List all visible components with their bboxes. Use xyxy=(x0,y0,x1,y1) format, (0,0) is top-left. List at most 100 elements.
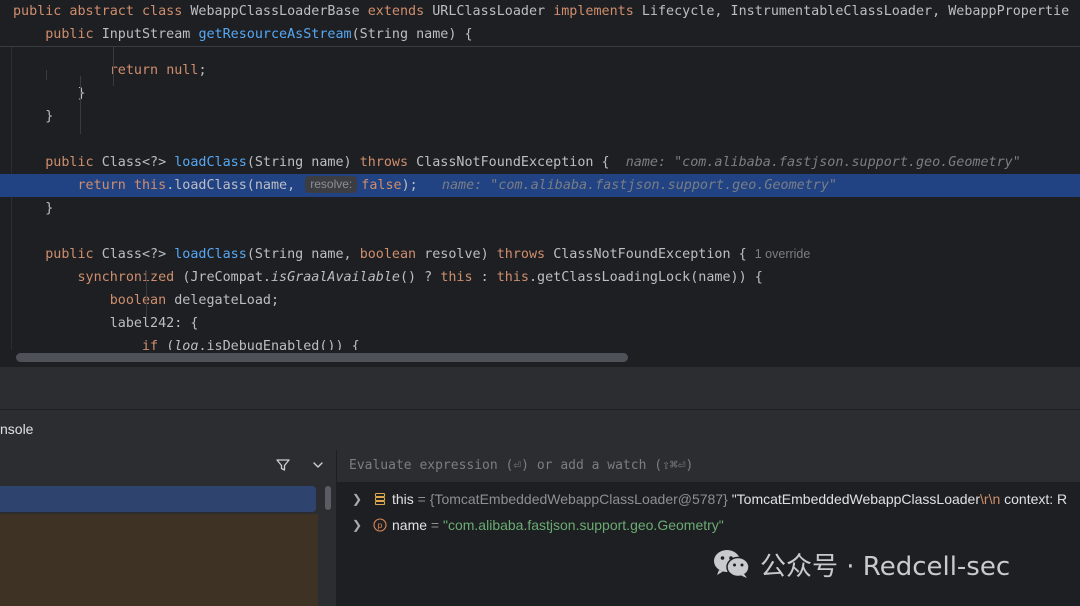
code-token: resolve) xyxy=(424,247,497,262)
code-token: loadClass xyxy=(174,155,247,170)
code-line[interactable]: } xyxy=(0,82,1080,105)
frames-toolbar xyxy=(0,450,336,482)
indent-guide xyxy=(80,76,81,134)
code-editor[interactable]: public abstract class WebappClassLoaderB… xyxy=(0,0,1080,367)
code-line[interactable] xyxy=(0,128,1080,151)
code-token: boolean xyxy=(109,293,175,308)
frames-scrollbar-thumb[interactable] xyxy=(325,486,331,510)
code-token: ClassNotFoundException { xyxy=(416,155,626,170)
sticky-code-line[interactable]: public abstract class WebappClassLoaderB… xyxy=(0,0,1080,23)
code-token: public abstract class xyxy=(13,4,191,19)
code-token: return xyxy=(77,178,134,193)
code-token: ); xyxy=(401,178,442,193)
parameter-icon: p xyxy=(373,518,387,532)
code-token: (JreCompat. xyxy=(182,270,271,285)
code-token: implements xyxy=(553,4,642,19)
tab-console[interactable]: nsole xyxy=(0,421,33,437)
frames-panel xyxy=(0,450,337,606)
code-token: throws xyxy=(496,247,554,262)
variable-name: name xyxy=(392,517,428,533)
code-token: isGraalAvailable xyxy=(271,270,400,285)
code-token: null xyxy=(166,63,199,78)
code-token: extends xyxy=(367,4,433,19)
code-token: ; xyxy=(198,63,207,78)
indent-guide xyxy=(113,46,114,86)
code-token: (String name) xyxy=(246,155,360,170)
code-token: (String name) { xyxy=(351,27,473,42)
code-token: ClassNotFoundException { xyxy=(553,247,755,262)
code-line[interactable]: synchronized (JreCompat.isGraalAvailable… xyxy=(0,266,1080,289)
variable-value: "com.alibaba.fastjson.support.geo.Geomet… xyxy=(443,517,724,533)
code-token: return xyxy=(109,63,167,78)
field-stack-icon xyxy=(374,492,386,506)
indent-guide xyxy=(146,270,147,322)
sticky-code-line[interactable]: public InputStream getResourceAsStream(S… xyxy=(0,23,1080,46)
code-line[interactable]: } xyxy=(0,105,1080,128)
code-token: public xyxy=(45,27,102,42)
code-token: } xyxy=(45,201,54,216)
code-token: loadClass xyxy=(174,247,247,262)
variable-value: = xyxy=(427,517,443,533)
code-token: .getClassLoadingLock(name)) { xyxy=(529,270,763,285)
variable-value: "TomcatEmbeddedWebappClassLoader xyxy=(731,491,981,507)
ide-window: public abstract class WebappClassLoaderB… xyxy=(0,0,1080,606)
evaluate-expression-field[interactable]: Evaluate expression (⏎) or add a watch (… xyxy=(337,450,1080,483)
indent-guide xyxy=(46,70,47,80)
code-token: boolean xyxy=(359,247,425,262)
variable-row-name[interactable]: ❯ p name = "com.alibaba.fastjson.support.g… xyxy=(337,513,1080,537)
variable-row-this[interactable]: ❯ this = {TomcatEmbeddedWebappClassLoader… xyxy=(337,487,1080,511)
code-token: Lifecycle, InstrumentableClassLoader, We… xyxy=(641,4,1070,19)
expand-arrow-icon[interactable]: ❯ xyxy=(352,513,362,537)
code-line[interactable]: public Class<?> loadClass(String name, b… xyxy=(0,243,1080,266)
code-token: (String name, xyxy=(246,247,360,262)
code-token: .loadClass(name, xyxy=(166,178,304,193)
variables-panel: Evaluate expression (⏎) or add a watch (… xyxy=(337,450,1080,606)
variable-value: {TomcatEmbeddedWebappClassLoader@5787} xyxy=(429,491,732,507)
code-token: : xyxy=(472,270,497,285)
code-token: } xyxy=(45,109,54,124)
code-token: throws xyxy=(359,155,417,170)
code-token: public xyxy=(45,155,102,170)
code-token: synchronized xyxy=(77,270,183,285)
code-token: this xyxy=(133,178,167,193)
svg-text:p: p xyxy=(378,520,383,530)
sticky-header[interactable]: public abstract class WebappClassLoaderB… xyxy=(0,0,1080,47)
code-token: getResourceAsStream xyxy=(198,27,352,42)
code-line[interactable]: return null; xyxy=(0,59,1080,82)
expand-arrow-icon[interactable]: ❯ xyxy=(352,487,362,511)
code-token: Class<?> xyxy=(101,155,175,170)
filter-icon[interactable] xyxy=(275,457,291,473)
code-line[interactable] xyxy=(0,220,1080,243)
code-token: public xyxy=(45,247,102,262)
code-token: label242: { xyxy=(109,316,199,331)
inline-debug-value: name: "com.alibaba.fastjson.support.geo.… xyxy=(441,178,837,193)
tool-window-separator xyxy=(0,367,1080,409)
code-token: () ? xyxy=(400,270,441,285)
current-execution-line[interactable]: return this.loadClass(name, resolve: fals… xyxy=(0,174,1080,197)
code-line[interactable]: public Class<?> loadClass(String name) t… xyxy=(0,151,1080,174)
inline-debug-value: name: "com.alibaba.fastjson.support.geo.… xyxy=(625,155,1021,170)
code-token: InputStream xyxy=(101,27,199,42)
code-token: } xyxy=(77,86,86,101)
selected-frame-row[interactable] xyxy=(0,486,316,512)
chevron-down-icon[interactable] xyxy=(311,458,325,472)
watermark: 公众号 · Redcell-sec xyxy=(712,546,1010,582)
code-line[interactable]: label242: { xyxy=(0,312,1080,335)
debug-tab-bar: nsole xyxy=(0,409,1080,451)
code-token: 1 override xyxy=(754,247,811,261)
code-line[interactable]: boolean delegateLoad; xyxy=(0,289,1080,312)
variable-value: \r\n xyxy=(980,491,1001,507)
code-token: URLClassLoader xyxy=(432,4,554,19)
horizontal-scrollbar-thumb[interactable] xyxy=(16,353,628,362)
frames-list-library-area[interactable] xyxy=(0,514,318,606)
code-token: this xyxy=(496,270,529,285)
variable-value: = xyxy=(413,491,430,507)
code-line[interactable]: } xyxy=(0,197,1080,220)
